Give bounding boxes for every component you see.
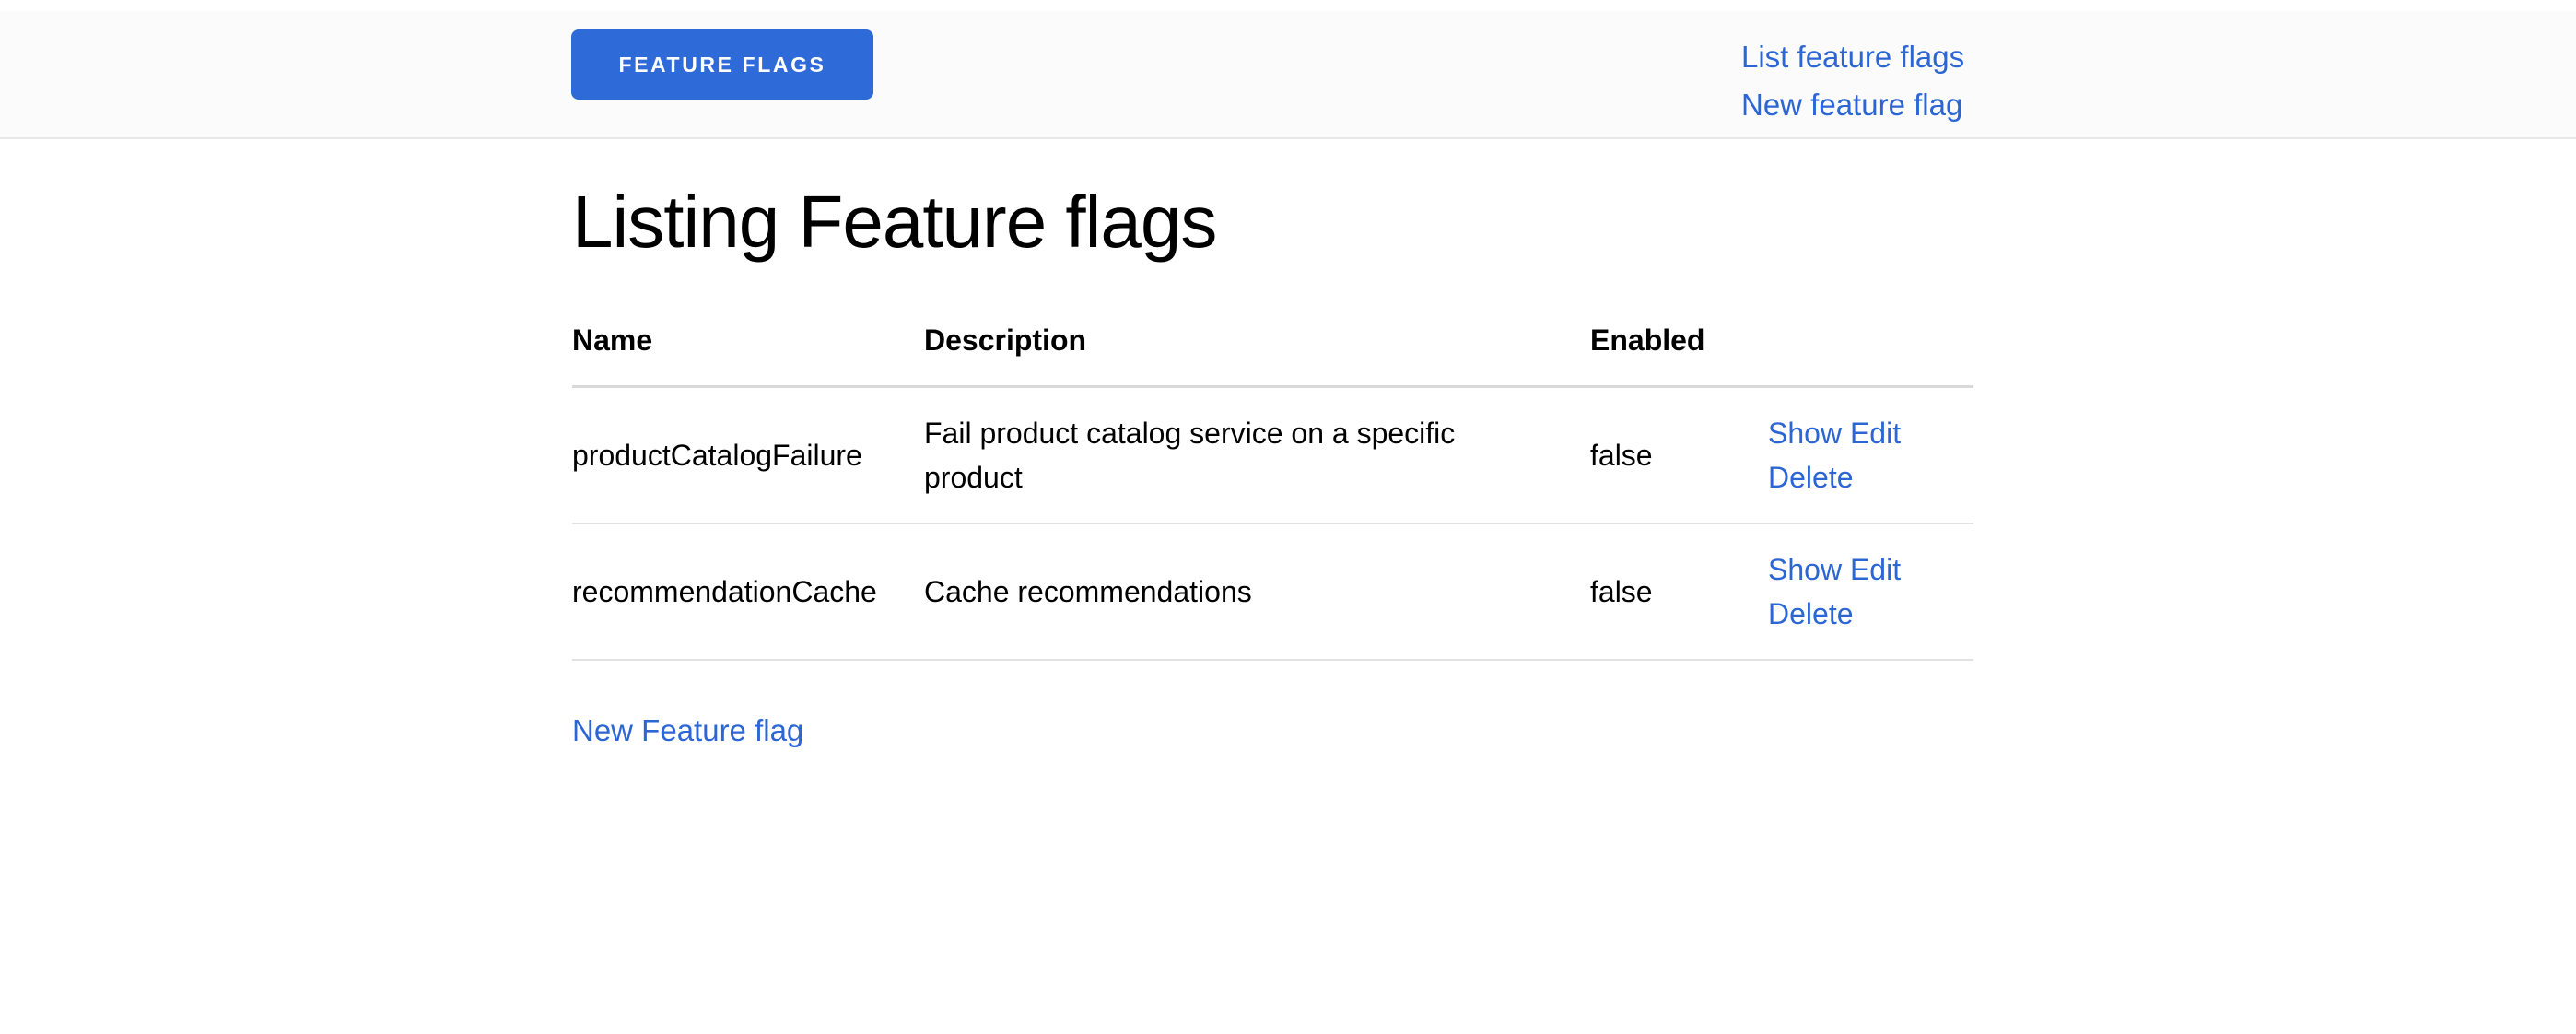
navbar-links: List feature flags New feature flag xyxy=(1741,33,1964,129)
edit-link[interactable]: Edit xyxy=(1850,553,1901,586)
main-content: Listing Feature flags Name Description E… xyxy=(572,180,1973,749)
cell-flag-name: productCatalogFailure xyxy=(572,387,924,523)
flag-description-text: Cache recommendations xyxy=(924,570,1477,614)
cell-flag-description: Fail product catalog service on a specif… xyxy=(924,387,1590,523)
table-header: Name Description Enabled xyxy=(572,295,1973,387)
feature-flags-table: Name Description Enabled productCatalogF… xyxy=(572,295,1973,661)
new-feature-flag-link[interactable]: New Feature flag xyxy=(572,713,803,747)
cell-flag-enabled: false xyxy=(1590,523,1768,660)
delete-link[interactable]: Delete xyxy=(1768,461,1854,494)
cell-flag-actions: Show Edit Delete xyxy=(1768,523,1973,660)
navbar: FEATURE FLAGS List feature flags New fea… xyxy=(0,11,2576,139)
page-title: Listing Feature flags xyxy=(572,180,1973,264)
column-header-description: Description xyxy=(924,295,1590,387)
nav-link-new-feature-flag[interactable]: New feature flag xyxy=(1741,81,1964,129)
column-header-actions xyxy=(1768,295,1973,387)
cell-flag-enabled: false xyxy=(1590,387,1768,523)
feature-flags-brand-button[interactable]: FEATURE FLAGS xyxy=(571,29,873,100)
cell-flag-actions: Show Edit Delete xyxy=(1768,387,1973,523)
show-link[interactable]: Show xyxy=(1768,417,1842,450)
column-header-name: Name xyxy=(572,295,924,387)
flag-description-text: Fail product catalog service on a specif… xyxy=(924,411,1477,499)
new-flag-link-container: New Feature flag xyxy=(572,712,1973,749)
nav-link-list-feature-flags[interactable]: List feature flags xyxy=(1741,33,1964,81)
edit-link[interactable]: Edit xyxy=(1850,417,1901,450)
column-header-enabled: Enabled xyxy=(1590,295,1768,387)
top-gap xyxy=(0,0,2576,11)
delete-link[interactable]: Delete xyxy=(1768,597,1854,630)
table-row: productCatalogFailure Fail product catal… xyxy=(572,387,1973,523)
cell-flag-description: Cache recommendations xyxy=(924,523,1590,660)
table-row: recommendationCache Cache recommendation… xyxy=(572,523,1973,660)
show-link[interactable]: Show xyxy=(1768,553,1842,586)
cell-flag-name: recommendationCache xyxy=(572,523,924,660)
